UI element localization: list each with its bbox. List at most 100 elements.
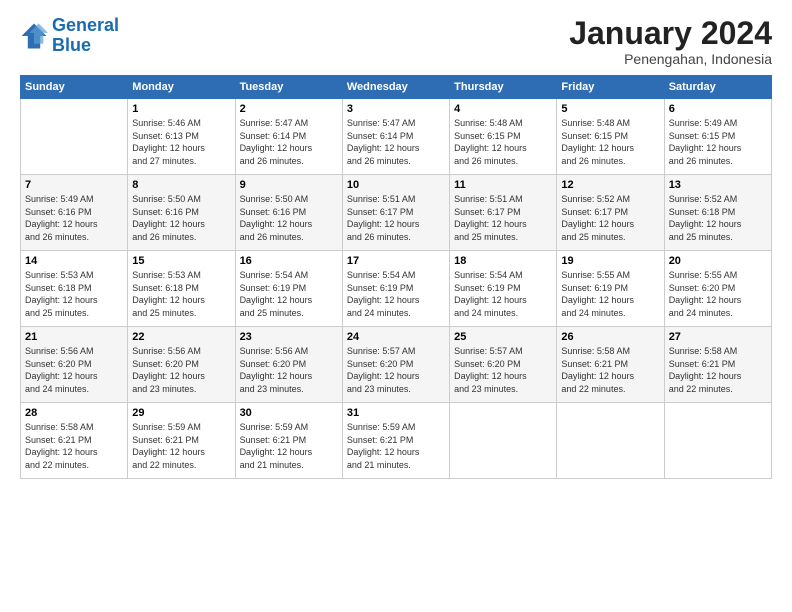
day-cell: 26Sunrise: 5:58 AMSunset: 6:21 PMDayligh… <box>557 327 664 403</box>
day-info: Sunrise: 5:56 AMSunset: 6:20 PMDaylight:… <box>132 345 230 395</box>
day-number: 2 <box>240 103 338 115</box>
day-cell: 28 Sunrise: 5:58 AMSunset: 6:21 PMDayligh… <box>21 403 128 479</box>
day-cell: 27Sunrise: 5:58 AMSunset: 6:21 PMDayligh… <box>664 327 771 403</box>
day-number: 17 <box>347 255 445 267</box>
day-cell: 10Sunrise: 5:51 AMSunset: 6:17 PMDayligh… <box>342 175 449 251</box>
day-cell: 21Sunrise: 5:56 AMSunset: 6:20 PMDayligh… <box>21 327 128 403</box>
day-info: Sunrise: 5:56 AMSunset: 6:20 PMDaylight:… <box>240 345 338 395</box>
day-number: 22 <box>132 331 230 343</box>
day-info: Sunrise: 5:52 AMSunset: 6:17 PMDaylight:… <box>561 193 659 243</box>
day-number: 14 <box>25 255 123 267</box>
logo-text: General Blue <box>52 16 119 56</box>
day-cell: 7 Sunrise: 5:49 AMSunset: 6:16 PMDaylight… <box>21 175 128 251</box>
day-cell <box>21 99 128 175</box>
day-info: Sunrise: 5:48 AMSunset: 6:15 PMDaylight:… <box>561 117 659 167</box>
day-cell: 9Sunrise: 5:50 AMSunset: 6:16 PMDaylight… <box>235 175 342 251</box>
day-number: 26 <box>561 331 659 343</box>
day-info: Sunrise: 5:54 AMSunset: 6:19 PMDaylight:… <box>347 269 445 319</box>
day-number: 19 <box>561 255 659 267</box>
day-info: Sunrise: 5:48 AMSunset: 6:15 PMDaylight:… <box>454 117 552 167</box>
day-number: 27 <box>669 331 767 343</box>
day-info: Sunrise: 5:49 AMSunset: 6:15 PMDaylight:… <box>669 117 767 167</box>
day-number: 10 <box>347 179 445 191</box>
day-cell: 25Sunrise: 5:57 AMSunset: 6:20 PMDayligh… <box>450 327 557 403</box>
day-cell: 16Sunrise: 5:54 AMSunset: 6:19 PMDayligh… <box>235 251 342 327</box>
col-wednesday: Wednesday <box>342 76 449 99</box>
day-number: 31 <box>347 407 445 419</box>
day-number: 6 <box>669 103 767 115</box>
logo: General Blue <box>20 16 119 56</box>
calendar-body: 1Sunrise: 5:46 AMSunset: 6:13 PMDaylight… <box>21 99 772 479</box>
day-number: 13 <box>669 179 767 191</box>
day-number: 30 <box>240 407 338 419</box>
day-info: Sunrise: 5:51 AMSunset: 6:17 PMDaylight:… <box>454 193 552 243</box>
day-cell: 8 Sunrise: 5:50 AMSunset: 6:16 PMDaylight… <box>128 175 235 251</box>
day-info: Sunrise: 5:52 AMSunset: 6:18 PMDaylight:… <box>669 193 767 243</box>
day-cell: 18Sunrise: 5:54 AMSunset: 6:19 PMDayligh… <box>450 251 557 327</box>
title-block: January 2024 Penengahan, Indonesia <box>569 16 772 67</box>
day-info: Sunrise: 5:57 AMSunset: 6:20 PMDaylight:… <box>454 345 552 395</box>
day-info: Sunrise: 5:59 AMSunset: 6:21 PMDaylight:… <box>132 421 230 471</box>
day-number: 16 <box>240 255 338 267</box>
day-info: Sunrise: 5:55 AMSunset: 6:19 PMDaylight:… <box>561 269 659 319</box>
day-cell: 30 Sunrise: 5:59 AMSunset: 6:21 PMDayligh… <box>235 403 342 479</box>
logo-icon <box>20 22 48 50</box>
col-tuesday: Tuesday <box>235 76 342 99</box>
day-cell: 5 Sunrise: 5:48 AMSunset: 6:15 PMDaylight… <box>557 99 664 175</box>
calendar-table: Sunday Monday Tuesday Wednesday Thursday… <box>20 75 772 479</box>
week-row-4: 21 Sunrise: 5:56 AMSunset: 6:20 PMDayligh… <box>21 327 772 403</box>
day-number: 24 <box>347 331 445 343</box>
col-monday: Monday <box>128 76 235 99</box>
day-cell: 31Sunrise: 5:59 AMSunset: 6:21 PMDayligh… <box>342 403 449 479</box>
logo-line1: General <box>52 15 119 35</box>
day-cell <box>664 403 771 479</box>
day-info: Sunrise: 5:50 AMSunset: 6:16 PMDaylight:… <box>132 193 230 243</box>
col-thursday: Thursday <box>450 76 557 99</box>
day-cell: 22 Sunrise: 5:56 AMSunset: 6:20 PMDayligh… <box>128 327 235 403</box>
day-cell: 2 Sunrise: 5:47 AMSunset: 6:14 PMDaylight… <box>235 99 342 175</box>
day-number: 8 <box>132 179 230 191</box>
day-cell: 11 Sunrise: 5:51 AMSunset: 6:17 PMDayligh… <box>450 175 557 251</box>
day-number: 28 <box>25 407 123 419</box>
day-cell: 4 Sunrise: 5:48 AMSunset: 6:15 PMDaylight… <box>450 99 557 175</box>
day-cell: 15Sunrise: 5:53 AMSunset: 6:18 PMDayligh… <box>128 251 235 327</box>
day-number: 11 <box>454 179 552 191</box>
col-friday: Friday <box>557 76 664 99</box>
day-number: 5 <box>561 103 659 115</box>
header-row: Sunday Monday Tuesday Wednesday Thursday… <box>21 76 772 99</box>
day-cell: 12 Sunrise: 5:52 AMSunset: 6:17 PMDayligh… <box>557 175 664 251</box>
month-title: January 2024 <box>569 16 772 51</box>
day-cell: 3Sunrise: 5:47 AMSunset: 6:14 PMDaylight… <box>342 99 449 175</box>
day-number: 21 <box>25 331 123 343</box>
day-cell: 13 Sunrise: 5:52 AMSunset: 6:18 PMDayligh… <box>664 175 771 251</box>
week-row-3: 14 Sunrise: 5:53 AMSunset: 6:18 PMDayligh… <box>21 251 772 327</box>
week-row-2: 7 Sunrise: 5:49 AMSunset: 6:16 PMDaylight… <box>21 175 772 251</box>
day-cell: 29 Sunrise: 5:59 AMSunset: 6:21 PMDayligh… <box>128 403 235 479</box>
day-cell: 19 Sunrise: 5:55 AMSunset: 6:19 PMDayligh… <box>557 251 664 327</box>
day-cell: 23Sunrise: 5:56 AMSunset: 6:20 PMDayligh… <box>235 327 342 403</box>
day-info: Sunrise: 5:59 AMSunset: 6:21 PMDaylight:… <box>240 421 338 471</box>
header: General Blue January 2024 Penengahan, In… <box>20 16 772 67</box>
day-info: Sunrise: 5:57 AMSunset: 6:20 PMDaylight:… <box>347 345 445 395</box>
week-row-1: 1Sunrise: 5:46 AMSunset: 6:13 PMDaylight… <box>21 99 772 175</box>
day-number: 29 <box>132 407 230 419</box>
day-number: 20 <box>669 255 767 267</box>
day-number: 3 <box>347 103 445 115</box>
day-number: 4 <box>454 103 552 115</box>
day-cell <box>557 403 664 479</box>
location: Penengahan, Indonesia <box>569 51 772 67</box>
day-cell: 24 Sunrise: 5:57 AMSunset: 6:20 PMDayligh… <box>342 327 449 403</box>
day-info: Sunrise: 5:58 AMSunset: 6:21 PMDaylight:… <box>25 421 123 471</box>
day-info: Sunrise: 5:54 AMSunset: 6:19 PMDaylight:… <box>454 269 552 319</box>
day-number: 12 <box>561 179 659 191</box>
day-info: Sunrise: 5:53 AMSunset: 6:18 PMDaylight:… <box>132 269 230 319</box>
day-cell: 20 Sunrise: 5:55 AMSunset: 6:20 PMDayligh… <box>664 251 771 327</box>
day-info: Sunrise: 5:47 AMSunset: 6:14 PMDaylight:… <box>240 117 338 167</box>
col-sunday: Sunday <box>21 76 128 99</box>
day-info: Sunrise: 5:49 AMSunset: 6:16 PMDaylight:… <box>25 193 123 243</box>
page: General Blue January 2024 Penengahan, In… <box>0 0 792 612</box>
day-number: 7 <box>25 179 123 191</box>
day-info: Sunrise: 5:55 AMSunset: 6:20 PMDaylight:… <box>669 269 767 319</box>
day-number: 9 <box>240 179 338 191</box>
day-cell: 14Sunrise: 5:53 AMSunset: 6:18 PMDayligh… <box>21 251 128 327</box>
